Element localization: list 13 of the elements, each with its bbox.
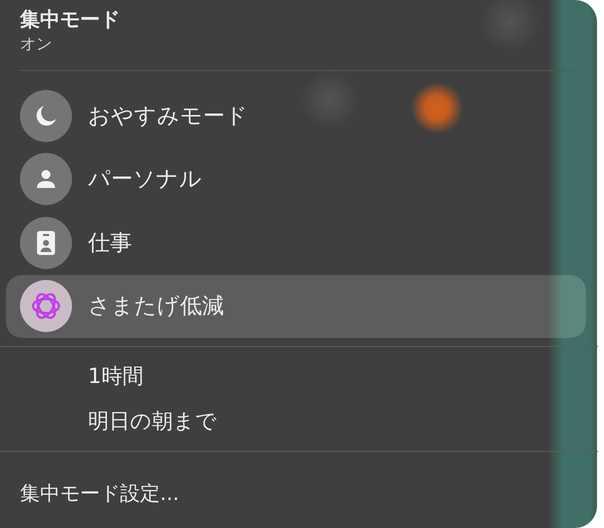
flower-icon: [31, 291, 61, 322]
settings-item[interactable]: 集中モード設定...: [20, 480, 180, 506]
person-icon: [36, 169, 56, 190]
status-text: オン: [20, 33, 52, 55]
focus-mode-item[interactable]: 仕事: [6, 211, 586, 274]
focus-mode-item[interactable]: おやすみモード: [6, 84, 586, 148]
menu-title: 集中モード: [20, 6, 120, 32]
duration-option[interactable]: 明日の朝まで: [88, 408, 217, 435]
focus-mode-item[interactable]: さまたげ低減: [6, 274, 586, 338]
duration-option[interactable]: 1時間: [88, 363, 144, 390]
id-badge-icon: [37, 230, 55, 255]
moon-icon: [35, 104, 57, 127]
focus-mode-item[interactable]: パーソナル: [6, 148, 586, 211]
